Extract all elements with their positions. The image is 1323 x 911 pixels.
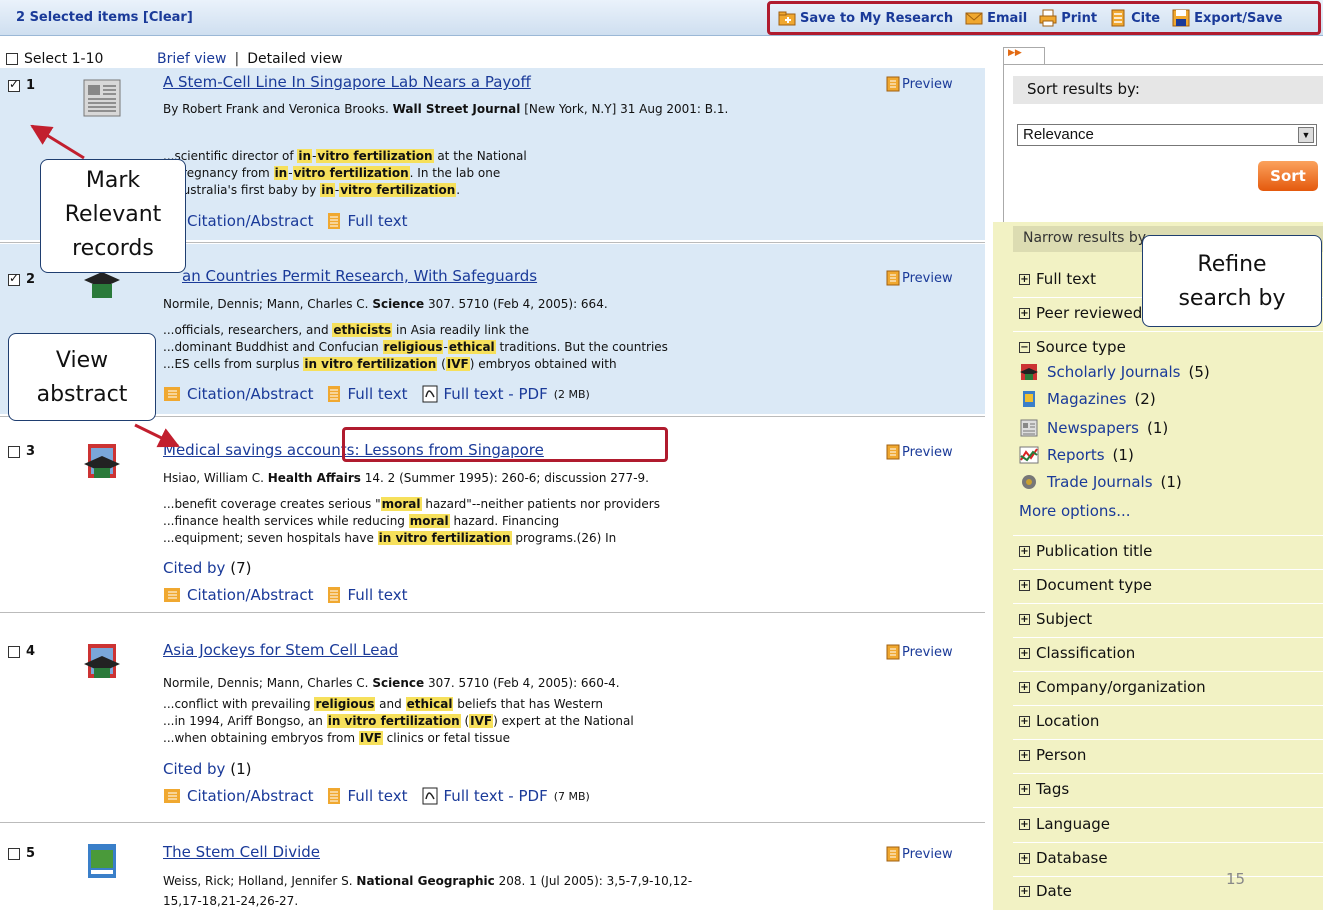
facet-tags[interactable]: + Tags (1013, 780, 1323, 798)
dropdown-arrow-icon: ▼ (1298, 127, 1314, 143)
expand-icon: + (1019, 885, 1030, 897)
expand-icon: + (1019, 681, 1030, 693)
facet-language[interactable]: + Language (1013, 815, 1323, 833)
facet-divider (1013, 739, 1323, 740)
expand-icon: + (1019, 818, 1030, 830)
expand-icon: + (1019, 852, 1030, 864)
source-scholarly-journals[interactable]: Scholarly Journals (5) (1019, 363, 1210, 381)
scholarly-journal-icon (1020, 364, 1038, 380)
facet-divider (1013, 671, 1323, 672)
facet-divider (1013, 331, 1323, 332)
sort-select-value: Relevance (1023, 126, 1094, 143)
expand-icon: + (1019, 579, 1030, 591)
facet-divider (1013, 876, 1323, 877)
arrow-to-checkbox (30, 124, 85, 160)
sort-header: Sort results by: (1013, 76, 1323, 104)
facet-divider (1013, 603, 1323, 604)
facet-divider (1013, 807, 1323, 808)
expand-icon: + (1019, 273, 1030, 285)
callout-view-abstract: View abstract (8, 333, 156, 421)
facet-document-type[interactable]: + Document type (1013, 576, 1323, 594)
report-chart-icon (1019, 446, 1039, 464)
magazine-icon (1023, 391, 1035, 407)
facet-divider (1013, 569, 1323, 570)
expand-icon: + (1019, 715, 1030, 727)
sort-select[interactable]: Relevance ▼ (1017, 124, 1317, 146)
facet-date[interactable]: + Date (1013, 882, 1323, 900)
source-reports[interactable]: Reports (1) (1019, 446, 1134, 464)
facet-divider (1013, 637, 1323, 638)
expand-icon: + (1019, 545, 1030, 557)
expand-icon: + (1019, 613, 1030, 625)
source-newspapers[interactable]: Newspapers (1) (1019, 419, 1168, 437)
slide-page-number: 15 (1226, 870, 1246, 888)
facet-publication-title[interactable]: + Publication title (1013, 542, 1323, 560)
facet-subject[interactable]: + Subject (1013, 610, 1323, 628)
facet-divider (1013, 773, 1323, 774)
expand-icon: + (1019, 647, 1030, 659)
callout-refine-search: Refine search by (1142, 235, 1322, 327)
facet-location[interactable]: + Location (1013, 712, 1323, 730)
newspaper-icon (1020, 419, 1038, 437)
facet-divider (1013, 842, 1323, 843)
arrow-to-title (134, 423, 180, 448)
facet-person[interactable]: + Person (1013, 746, 1323, 764)
expand-icon: + (1019, 749, 1030, 761)
facet-divider (1013, 705, 1323, 706)
sort-button[interactable]: Sort (1258, 161, 1318, 191)
facet-database[interactable]: + Database (1013, 849, 1323, 867)
facet-source-type[interactable]: − Source type (1013, 338, 1323, 356)
facet-divider (1013, 535, 1323, 536)
source-trade-journals[interactable]: Trade Journals (1) (1019, 473, 1182, 491)
collapse-icon: − (1019, 341, 1030, 353)
expand-icon: + (1019, 783, 1030, 795)
facet-company-organization[interactable]: + Company/organization (1013, 678, 1323, 696)
sidebar-collapse-tab[interactable]: ▶▶ (1003, 47, 1045, 65)
source-magazines[interactable]: Magazines (2) (1019, 390, 1156, 408)
more-options-link[interactable]: More options... (1019, 502, 1131, 520)
expand-icon: + (1019, 307, 1030, 319)
double-arrow-icon: ▶▶ (1008, 48, 1022, 58)
trade-journal-icon (1022, 475, 1036, 489)
facet-classification[interactable]: + Classification (1013, 644, 1323, 662)
callout-mark-relevant: Mark Relevant records (40, 159, 186, 273)
